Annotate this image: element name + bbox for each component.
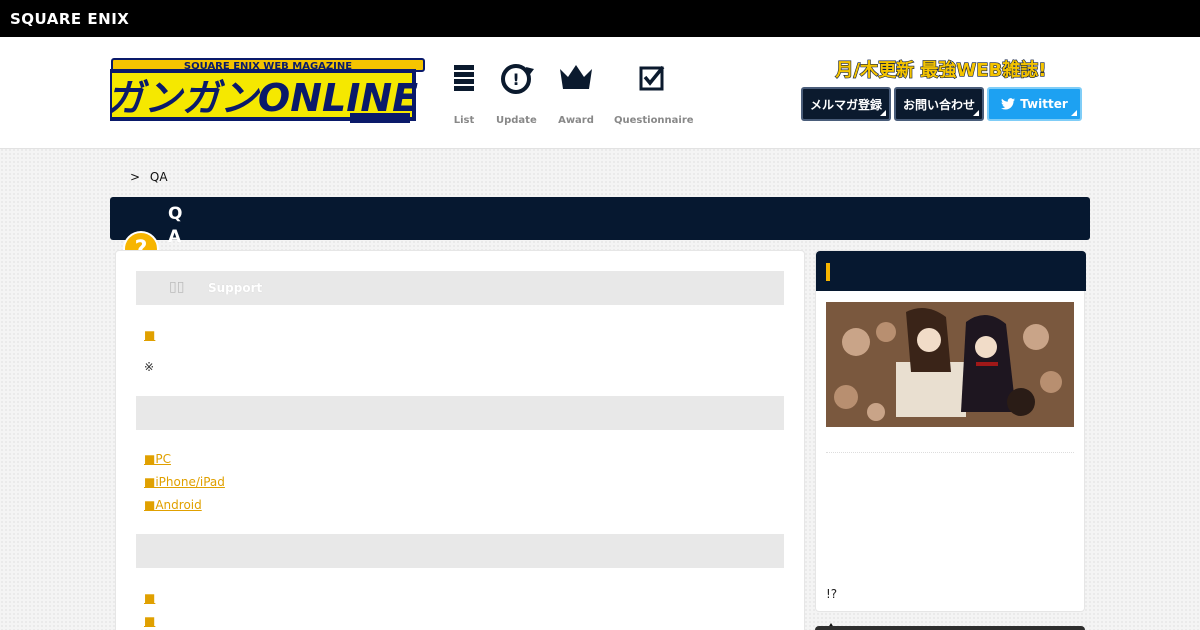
- nav-update-label: Update: [496, 115, 537, 126]
- link-other-1[interactable]: ■: [144, 591, 155, 605]
- gangan-online-logo[interactable]: SQUARE ENIX WEB MAGAZINE ガンガンONLINE: [110, 57, 426, 125]
- svg-text:月/木更新 最強WEB雑誌!: 月/木更新 最強WEB雑誌!: [835, 59, 1047, 81]
- nav-questionnaire-label: Questionnaire: [614, 115, 694, 126]
- newsletter-button[interactable]: メルマガ登録: [801, 87, 891, 121]
- corner-arrow-icon: [973, 110, 979, 116]
- link-other-2[interactable]: ■: [144, 614, 155, 628]
- tagline-banner: 月/木更新 最強WEB雑誌!: [834, 58, 1047, 81]
- sidebar-divider: [826, 452, 1074, 453]
- main-content: ▯▯ Support ■ ※ ■PC ■iPhone/iPad ■Android…: [115, 250, 805, 630]
- twitter-button[interactable]: Twitter: [987, 87, 1082, 121]
- contact-button[interactable]: お問い合わせ: [894, 87, 984, 121]
- link-iphone-ipad[interactable]: ■iPhone/iPad: [144, 475, 225, 489]
- nav-award-label: Award: [558, 115, 594, 126]
- site-header: SQUARE ENIX WEB MAGAZINE ガンガンONLINE List…: [0, 37, 1200, 149]
- breadcrumb-current: QA: [149, 170, 168, 184]
- top-bar: SQUARE ENIX: [0, 0, 1200, 37]
- corner-arrow-icon: [1071, 110, 1077, 116]
- nav-list[interactable]: List: [448, 59, 480, 126]
- update-icon: !: [501, 64, 534, 94]
- nav-questionnaire[interactable]: Questionnaire: [614, 59, 694, 126]
- svg-text:!: !: [512, 70, 519, 89]
- page-title-bar: Q A: [110, 197, 1090, 247]
- section-header-other: [136, 534, 784, 568]
- link-android[interactable]: ■Android: [144, 498, 202, 512]
- sidebar-header-accent: [826, 263, 830, 281]
- crown-icon: [560, 65, 592, 89]
- list-icon: [454, 65, 474, 91]
- link-pc[interactable]: ■PC: [144, 452, 171, 466]
- twitter-button-label: Twitter: [1020, 97, 1068, 111]
- section-header-label: Support: [208, 281, 263, 295]
- page-title-a: A: [168, 227, 182, 247]
- sidebar-next-panel: [815, 626, 1085, 630]
- twitter-bird-icon: [1001, 98, 1016, 110]
- featured-illustration[interactable]: [826, 302, 1074, 427]
- note-text: ※: [144, 360, 155, 374]
- faq-link[interactable]: ■: [144, 328, 155, 342]
- corner-arrow-icon: [880, 110, 886, 116]
- section-header-devices: [136, 396, 784, 430]
- nav-list-label: List: [453, 115, 475, 126]
- page-title-q: Q: [168, 204, 183, 224]
- sidebar-text: !?: [826, 587, 838, 601]
- newsletter-button-label: メルマガ登録: [809, 97, 882, 112]
- section-header-support: ▯▯ Support: [136, 271, 784, 305]
- nav-update[interactable]: ! Update: [496, 59, 537, 126]
- contact-button-label: お問い合わせ: [902, 97, 975, 112]
- breadcrumb-separator: >: [130, 170, 141, 184]
- checkbox-icon: [639, 65, 665, 91]
- breadcrumb: > QA: [130, 170, 168, 184]
- nav-award[interactable]: Award: [556, 59, 596, 126]
- support-icon: ▯▯: [169, 279, 185, 295]
- square-enix-logo[interactable]: SQUARE ENIX: [10, 10, 129, 28]
- sidebar: !?: [815, 250, 1086, 630]
- sidebar-header: [816, 251, 1086, 291]
